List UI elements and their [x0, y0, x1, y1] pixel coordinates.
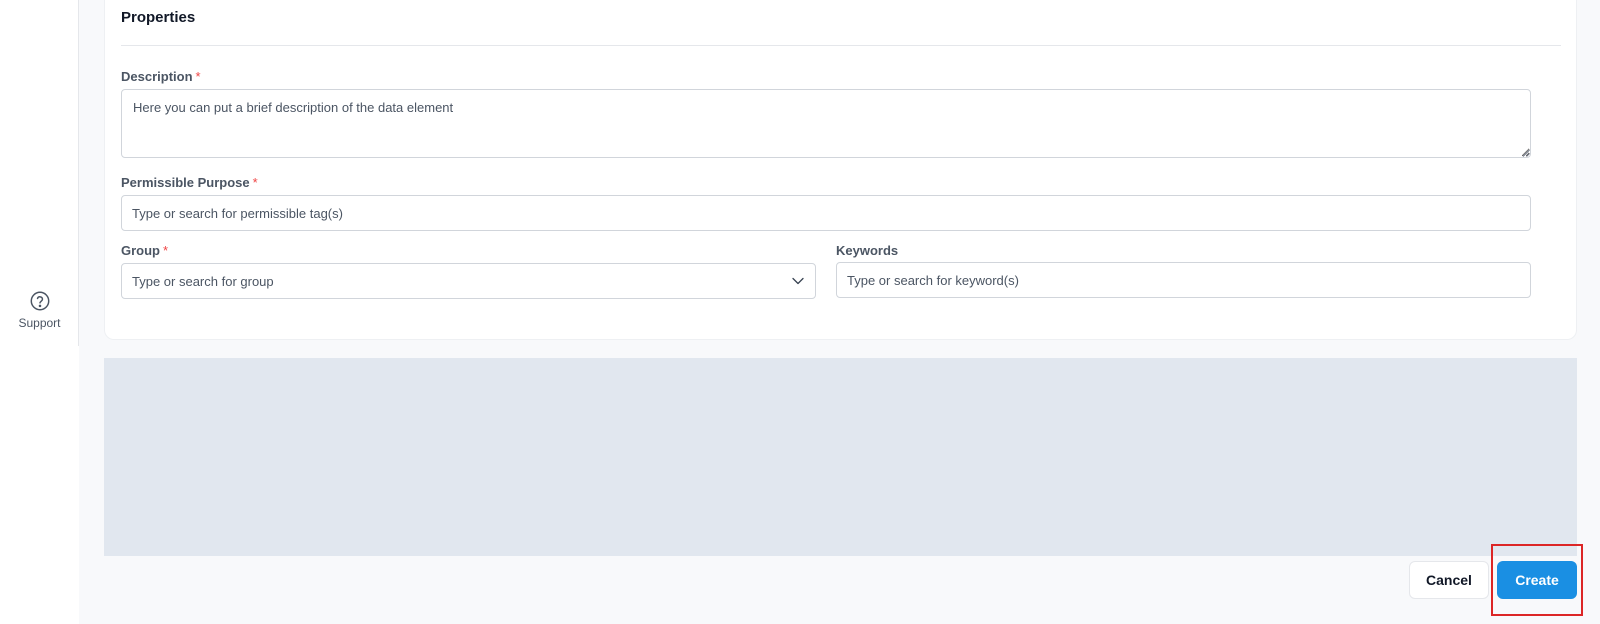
resize-grip-icon[interactable] [1522, 149, 1530, 157]
permissible-purpose-input[interactable] [121, 195, 1531, 231]
group-select[interactable] [121, 263, 816, 299]
required-marker: * [163, 243, 169, 258]
sidebar: Support [0, 0, 79, 624]
content-placeholder-panel [104, 358, 1577, 556]
description-field[interactable] [121, 89, 1531, 158]
required-marker: * [252, 175, 258, 190]
properties-title: Properties [121, 9, 196, 26]
support-label: Support [18, 316, 61, 330]
divider [121, 45, 1561, 46]
keywords-input[interactable] [836, 262, 1531, 298]
description-label: Description * [121, 69, 201, 84]
required-marker: * [195, 69, 201, 84]
support-nav-item[interactable]: Support [0, 290, 79, 330]
keywords-label: Keywords [836, 243, 899, 258]
properties-card: Properties Description* Permissible Purp… [104, 0, 1577, 340]
main-content: Properties Description* Permissible Purp… [79, 0, 1600, 624]
create-button[interactable]: Create [1497, 561, 1577, 599]
help-circle-icon [30, 291, 49, 311]
group-label: Group * [121, 243, 169, 258]
chevron-down-icon[interactable] [791, 274, 805, 288]
cancel-button[interactable]: Cancel [1409, 561, 1489, 599]
permissible-purpose-label: Permissible Purpose * [121, 175, 258, 190]
